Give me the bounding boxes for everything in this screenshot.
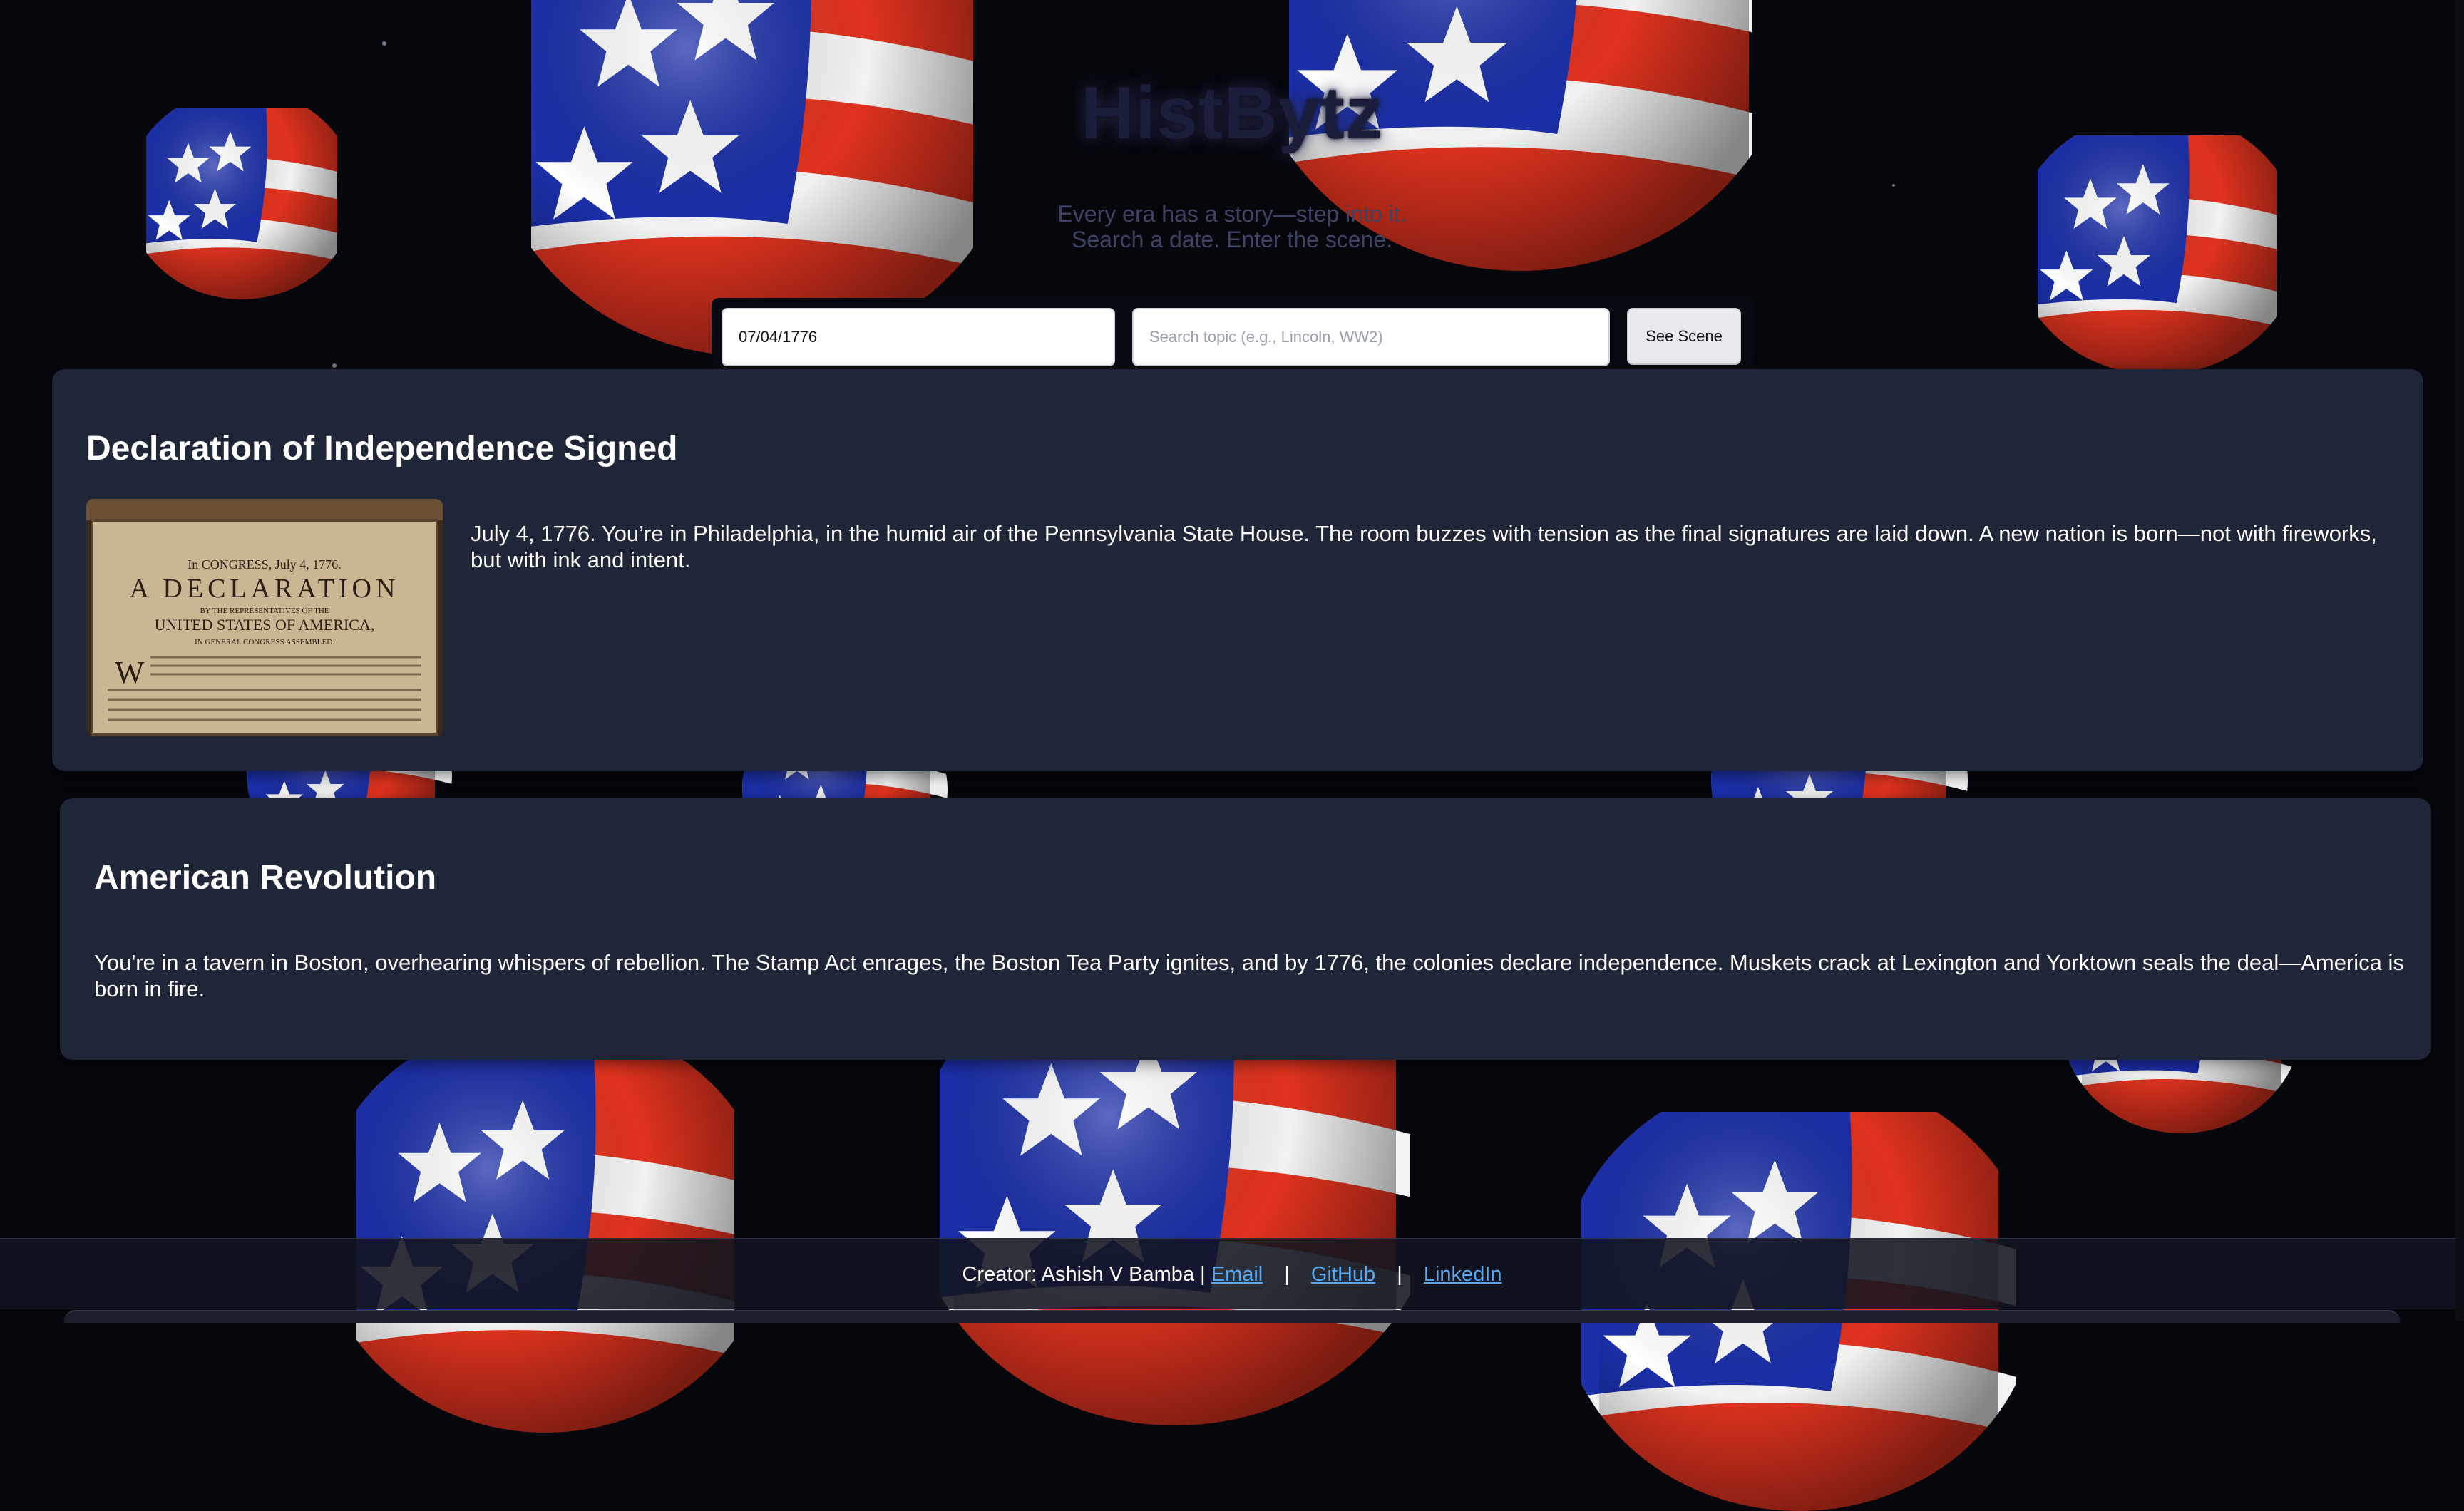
footer-separator: |	[1284, 1263, 1290, 1286]
tagline-line-2: Search a date. Enter the scene.	[1071, 227, 1393, 252]
tagline: Every era has a story—step into it. Sear…	[0, 201, 2464, 252]
linkedin-link[interactable]: LinkedIn	[1424, 1263, 1502, 1286]
footer-creator: Creator: Ashish V Bamba |	[962, 1263, 1206, 1286]
scene-card-title: American Revolution	[94, 859, 437, 897]
document-subheading-text: BY THE REPRESENTATIVES OF THE	[200, 607, 329, 615]
email-link[interactable]: Email	[1211, 1263, 1263, 1286]
footer: Creator: Ashish V Bamba | Email | GitHub…	[0, 1238, 2464, 1309]
see-scene-button[interactable]: See Scene	[1627, 308, 1741, 365]
app-title: HistBytz	[1080, 72, 1384, 155]
scene-card-description: You're in a tavern in Boston, overhearin…	[94, 950, 2404, 1001]
scene-card-title: Declaration of Independence Signed	[86, 430, 678, 468]
github-link[interactable]: GitHub	[1311, 1263, 1375, 1286]
document-initial-letter: W	[115, 655, 145, 690]
scene-card-description: July 4, 1776. You’re in Philadelphia, in…	[471, 521, 2377, 572]
scene-card: Declaration of Independence Signed In CO…	[52, 369, 2423, 771]
window-edge	[2455, 0, 2464, 1321]
document-heading-text: In CONGRESS, July 4, 1776.	[188, 557, 342, 572]
scene-card: American Revolution You're in a tavern i…	[60, 798, 2431, 1060]
date-input[interactable]	[722, 308, 1115, 366]
declaration-document-image: In CONGRESS, July 4, 1776. A DECLARATION…	[86, 499, 443, 736]
document-nation-text: UNITED STATES OF AMERICA,	[155, 616, 375, 634]
tagline-line-1: Every era has a story—step into it.	[1057, 201, 1407, 227]
document-title-text: A DECLARATION	[130, 574, 400, 604]
topic-search-input[interactable]	[1132, 308, 1610, 366]
bottom-dock	[64, 1310, 2400, 1323]
document-congress-text: IN GENERAL CONGRESS ASSEMBLED.	[195, 638, 334, 646]
footer-separator: |	[1397, 1263, 1402, 1286]
